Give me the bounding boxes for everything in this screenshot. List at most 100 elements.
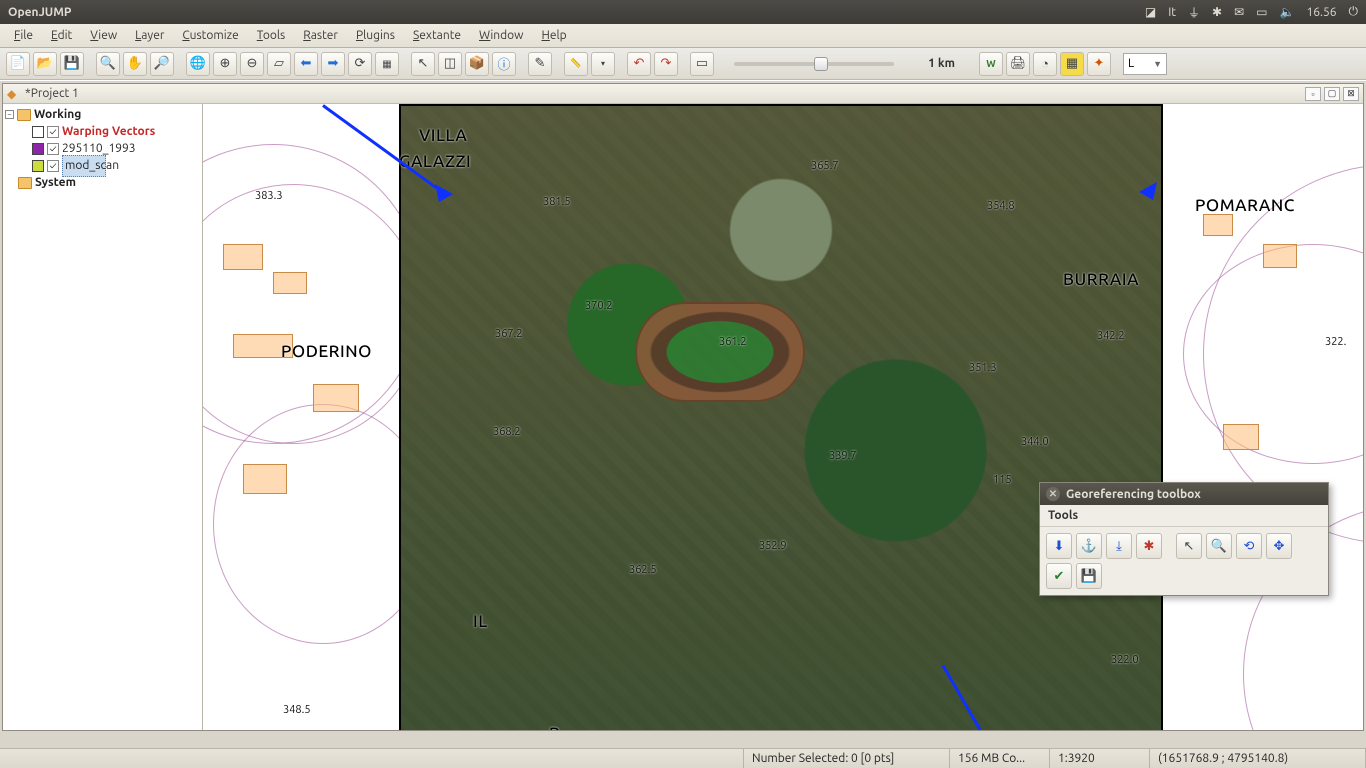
scale-slider[interactable] — [734, 62, 894, 66]
toolbox-subtitle: Tools — [1040, 505, 1328, 527]
pie-button[interactable]: ◔ — [1033, 52, 1057, 76]
layer-visible-checkbox[interactable]: ✓ — [47, 126, 59, 138]
geo-select-button[interactable]: ↖ — [1176, 533, 1202, 559]
elevation-label: 339.7 — [829, 450, 857, 462]
tray-app-icon: ◪ — [1145, 5, 1156, 19]
geo-move-button[interactable]: ✥ — [1266, 533, 1292, 559]
mail-icon[interactable]: ✉ — [1234, 5, 1244, 19]
star-button[interactable]: ✦ — [1087, 52, 1111, 76]
tree-group-working[interactable]: − Working — [5, 106, 200, 123]
zoom-realtime-button[interactable]: 🔎 — [150, 52, 174, 76]
menu-tools[interactable]: Tools — [249, 27, 294, 44]
elevation-label: 115 — [993, 474, 1012, 486]
window-max-button[interactable]: ▢ — [1324, 87, 1340, 101]
info-button[interactable]: ⓘ — [492, 52, 516, 76]
georeferencing-toolbox[interactable]: ✕ Georeferencing toolbox Tools ⬇ ⚓ ⤓ ✱ ↖… — [1039, 482, 1329, 596]
folder-icon — [18, 177, 32, 189]
elevation-label: 348.5 — [283, 704, 311, 716]
window-min-button[interactable]: ▫ — [1305, 87, 1321, 101]
lang-indicator[interactable]: It — [1168, 6, 1176, 19]
measure-drop-button[interactable]: ▾ — [591, 52, 615, 76]
output-window-button[interactable]: ▭ — [690, 52, 714, 76]
layer-swatch — [32, 143, 44, 155]
toolbox-buttons: ⬇ ⚓ ⤓ ✱ ↖ 🔍 ⟲ ✥ ✔ 💾 — [1040, 527, 1328, 595]
redo-button[interactable]: ↷ — [654, 52, 678, 76]
undo-button[interactable]: ↶ — [627, 52, 651, 76]
layer-mod-scan[interactable]: ✓ mod_scan — [5, 157, 200, 174]
toolbar: 📄 📂 💾 🔍 ✋ 🔎 🌐 ⊕ ⊖ ▱ ⬅ ➡ ⟳ ▦ ↖ ◫ 📦 ⓘ ✎ 📏 … — [0, 48, 1366, 80]
zoom-in-button[interactable]: 🔍 — [96, 52, 120, 76]
system-tray: ◪ It ⏚ ✱ ✉ ▭ 🔈 16.56 ⏻ — [1145, 4, 1358, 21]
zoom-full-button[interactable]: 🌐 — [186, 52, 210, 76]
menu-plugins[interactable]: Plugins — [348, 27, 403, 44]
layer-warping-vectors[interactable]: ✓ Warping Vectors — [5, 123, 200, 140]
menu-customize[interactable]: Customize — [174, 27, 246, 44]
measure-button[interactable]: 📏 — [564, 52, 588, 76]
edit-geom-button[interactable]: ✎ — [528, 52, 552, 76]
geo-apply-button[interactable]: ✔ — [1046, 563, 1072, 589]
zoom-fence-button[interactable]: ▱ — [267, 52, 291, 76]
tree-group-system[interactable]: System — [5, 174, 200, 191]
layer-tree[interactable]: − Working ✓ Warping Vectors ✓ 295110_199… — [3, 104, 203, 730]
status-scale[interactable]: 1:3920 — [1050, 749, 1150, 768]
layer-swatch — [32, 126, 44, 138]
select-button[interactable]: ↖ — [411, 52, 435, 76]
zoom-layer-button[interactable]: ⊖ — [240, 52, 264, 76]
geo-save-button[interactable]: 💾 — [1076, 563, 1102, 589]
power-icon[interactable]: ⏻ — [1349, 5, 1359, 19]
new-button[interactable]: 📄 — [6, 52, 30, 76]
menu-layer[interactable]: Layer — [127, 27, 172, 44]
fence-button[interactable]: ◫ — [438, 52, 462, 76]
project-title: *Project 1 — [25, 87, 79, 100]
window-close-button[interactable]: ⊠ — [1343, 87, 1359, 101]
menu-raster[interactable]: Raster — [295, 27, 346, 44]
zoom-next-button[interactable]: ➡ — [321, 52, 345, 76]
project-titlebar[interactable]: ◆ *Project 1 ▫ ▢ ⊠ — [3, 84, 1363, 104]
open-button[interactable]: 📂 — [33, 52, 57, 76]
table-button[interactable]: ▦ — [1060, 52, 1084, 76]
stadium-shape — [635, 302, 805, 402]
attribute-button[interactable]: ▦ — [375, 52, 399, 76]
clock[interactable]: 16.56 — [1306, 6, 1336, 19]
refresh-button[interactable]: ⟳ — [348, 52, 372, 76]
layer-dropdown[interactable]: L▼ — [1123, 53, 1167, 75]
menu-file[interactable]: File — [6, 27, 41, 44]
menu-help[interactable]: Help — [533, 27, 574, 44]
zoom-selected-button[interactable]: ⊕ — [213, 52, 237, 76]
map-canvas[interactable]: VILLAGALAZZIPODERINOPOMARANCBURRAIAILP. … — [203, 104, 1363, 730]
volume-icon[interactable]: 🔈 — [1280, 5, 1295, 19]
box-button[interactable]: 📦 — [465, 52, 489, 76]
menu-window[interactable]: Window — [471, 27, 531, 44]
toolbox-titlebar[interactable]: ✕ Georeferencing toolbox — [1040, 483, 1328, 505]
geo-zoom-button[interactable]: 🔍 — [1206, 533, 1232, 559]
toolbox-close-button[interactable]: ✕ — [1046, 487, 1060, 501]
elevation-label: 344.0 — [1021, 436, 1049, 448]
geo-anchor-button[interactable]: ⚓ — [1076, 533, 1102, 559]
geo-down-button[interactable]: ⬇ — [1046, 533, 1072, 559]
zoom-prev-button[interactable]: ⬅ — [294, 52, 318, 76]
save-button[interactable]: 💾 — [60, 52, 84, 76]
menu-view[interactable]: View — [82, 27, 125, 44]
geo-back-button[interactable]: ⟲ — [1236, 533, 1262, 559]
excel-button[interactable]: W — [979, 52, 1003, 76]
menu-sextante[interactable]: Sextante — [405, 27, 469, 44]
status-memory[interactable]: 156 MB Co... — [950, 749, 1050, 768]
place-label: VILLA — [419, 126, 467, 145]
toolbox-title: Georeferencing toolbox — [1066, 488, 1201, 501]
elevation-label: 354.8 — [987, 200, 1015, 212]
battery-icon[interactable]: ▭ — [1256, 5, 1267, 19]
wifi-icon[interactable]: ⏚ — [1188, 4, 1200, 21]
project-icon: ◆ — [7, 87, 21, 101]
menu-edit[interactable]: Edit — [43, 27, 80, 44]
geo-load-button[interactable]: ⤓ — [1106, 533, 1132, 559]
layer-visible-checkbox[interactable]: ✓ — [47, 143, 59, 155]
place-label: P. — [549, 724, 563, 730]
layer-visible-checkbox[interactable]: ✓ — [47, 160, 59, 172]
print-button[interactable]: 🖨 — [1006, 52, 1030, 76]
pan-button[interactable]: ✋ — [123, 52, 147, 76]
expand-handle[interactable]: − — [5, 110, 14, 119]
geo-anchor-del-button[interactable]: ✱ — [1136, 533, 1162, 559]
bluetooth-icon[interactable]: ✱ — [1212, 5, 1222, 19]
elevation-label: 367.2 — [495, 328, 523, 340]
project-window: ◆ *Project 1 ▫ ▢ ⊠ − Working ✓ Warping V… — [2, 83, 1364, 731]
